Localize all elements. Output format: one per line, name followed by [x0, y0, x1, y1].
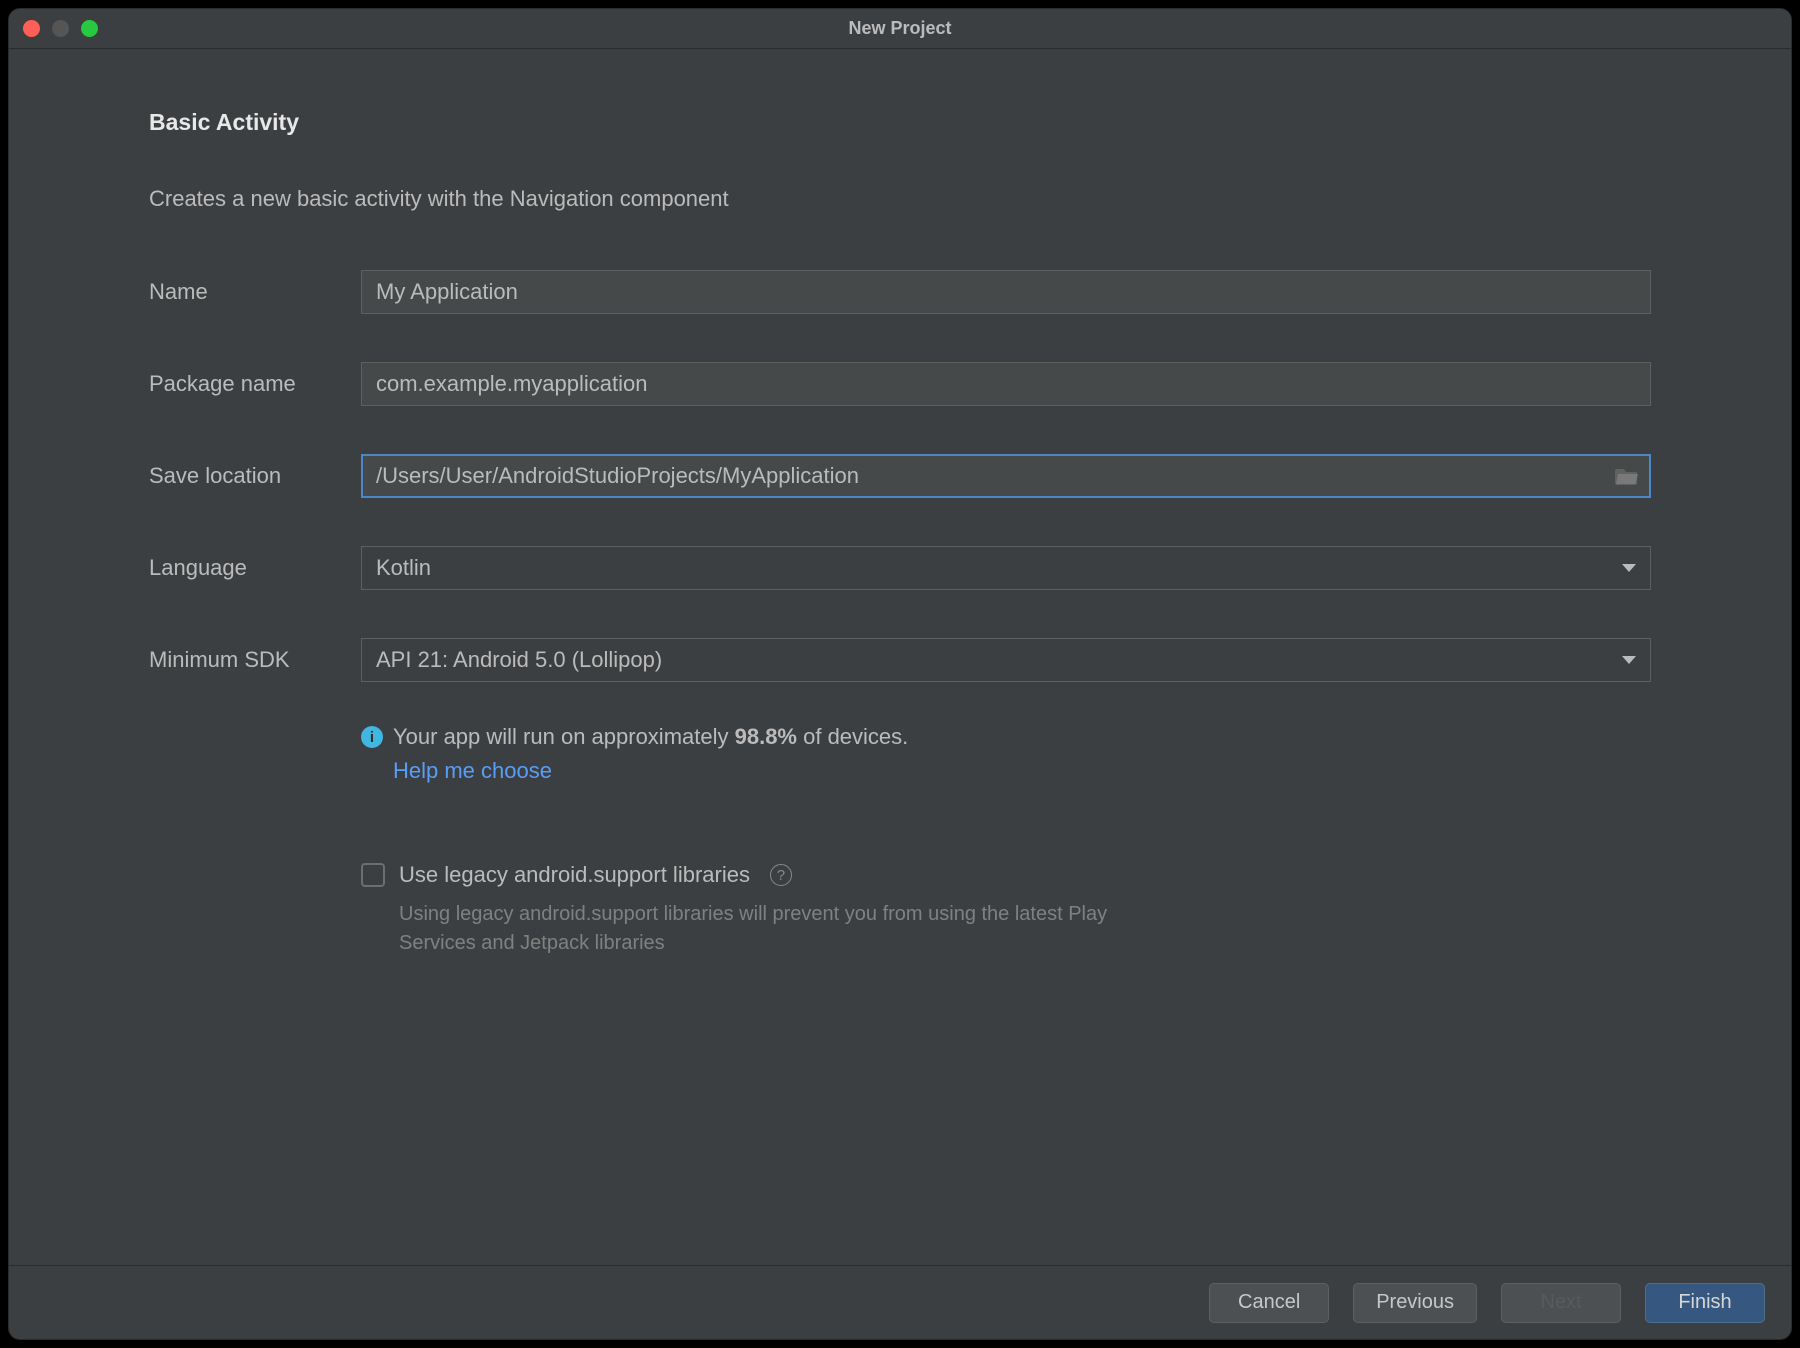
- sdk-coverage-line: i Your app will run on approximately 98.…: [361, 724, 1651, 750]
- titlebar: New Project: [9, 9, 1791, 49]
- finish-button[interactable]: Finish: [1645, 1283, 1765, 1323]
- label-name: Name: [149, 279, 361, 305]
- legacy-checkbox[interactable]: [361, 863, 385, 887]
- label-language: Language: [149, 555, 361, 581]
- dialog-body: Basic Activity Creates a new basic activ…: [9, 49, 1791, 1265]
- cancel-button[interactable]: Cancel: [1209, 1283, 1329, 1323]
- minimize-window-button[interactable]: [52, 20, 69, 37]
- row-location: Save location: [149, 454, 1651, 498]
- window-controls: [23, 20, 98, 37]
- legacy-row: Use legacy android.support libraries ?: [361, 862, 1651, 888]
- zoom-window-button[interactable]: [81, 20, 98, 37]
- legacy-label: Use legacy android.support libraries: [399, 862, 750, 888]
- minimum-sdk-select[interactable]: API 21: Android 5.0 (Lollipop): [361, 638, 1651, 682]
- next-button: Next: [1501, 1283, 1621, 1323]
- label-package: Package name: [149, 371, 361, 397]
- legacy-hint: Using legacy android.support libraries w…: [399, 900, 1119, 958]
- coverage-pct: 98.8%: [735, 724, 797, 749]
- save-location-input[interactable]: [361, 454, 1651, 498]
- label-minsdk: Minimum SDK: [149, 647, 361, 673]
- sdk-info-block: i Your app will run on approximately 98.…: [361, 724, 1651, 784]
- chevron-down-icon: [1622, 656, 1636, 664]
- row-minsdk: Minimum SDK API 21: Android 5.0 (Lollipo…: [149, 638, 1651, 682]
- row-language: Language Kotlin: [149, 546, 1651, 590]
- page-heading: Basic Activity: [149, 109, 1651, 136]
- name-input[interactable]: [361, 270, 1651, 314]
- label-location: Save location: [149, 463, 361, 489]
- close-window-button[interactable]: [23, 20, 40, 37]
- browse-folder-icon[interactable]: [1615, 466, 1639, 486]
- dialog-footer: Cancel Previous Next Finish: [9, 1265, 1791, 1339]
- window-title: New Project: [9, 18, 1791, 39]
- page-subtitle: Creates a new basic activity with the Na…: [149, 186, 1651, 212]
- info-icon: i: [361, 726, 383, 748]
- help-icon[interactable]: ?: [770, 864, 792, 886]
- package-name-input[interactable]: [361, 362, 1651, 406]
- minimum-sdk-value: API 21: Android 5.0 (Lollipop): [376, 647, 662, 673]
- language-select[interactable]: Kotlin: [361, 546, 1651, 590]
- legacy-block: Use legacy android.support libraries ? U…: [361, 862, 1651, 958]
- previous-button[interactable]: Previous: [1353, 1283, 1477, 1323]
- new-project-window: New Project Basic Activity Creates a new…: [8, 8, 1792, 1340]
- row-name: Name: [149, 270, 1651, 314]
- chevron-down-icon: [1622, 564, 1636, 572]
- row-package: Package name: [149, 362, 1651, 406]
- coverage-suffix: of devices.: [797, 724, 908, 749]
- help-me-choose-link[interactable]: Help me choose: [393, 758, 552, 784]
- coverage-prefix: Your app will run on approximately: [393, 724, 735, 749]
- form: Name Package name Save location: [149, 270, 1651, 958]
- language-value: Kotlin: [376, 555, 431, 581]
